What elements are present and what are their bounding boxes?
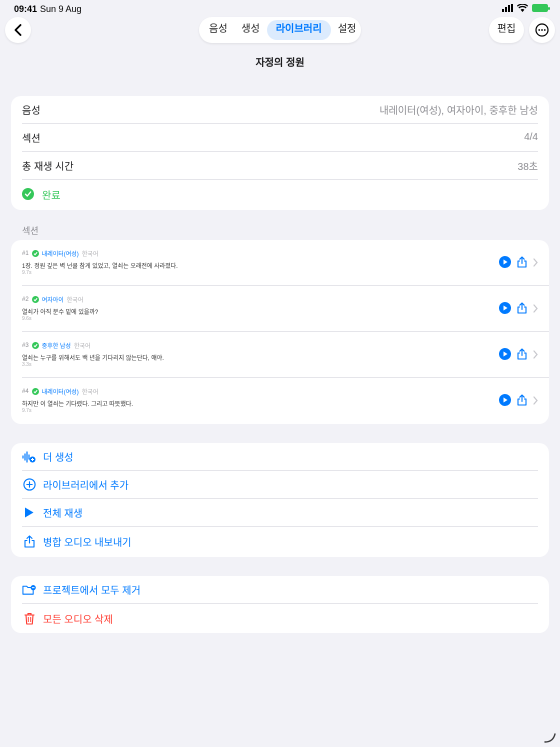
add-from-library-label: 라이브러리에서 추가: [43, 481, 129, 492]
sections-value: 4/4: [524, 132, 538, 143]
actions-card: 더 생성 라이브러리에서 추가 전체 재생 병합 오디오 내보내기: [11, 443, 549, 557]
edit-button[interactable]: 편집: [489, 17, 524, 43]
remove-all-label: 프로젝트에서 모두 제거: [43, 586, 141, 597]
danger-card: 프로젝트에서 모두 제거 모든 오디오 삭제: [11, 576, 549, 633]
list-item[interactable]: #2 여자아이 한국어 열쇠가 아직 분수 밑에 있을까? 9.6s: [11, 286, 549, 332]
list-item[interactable]: #4 내레이터(여성) 한국어 하지만 이 열쇠는 기다렸다. 그리고 따뜻했다…: [11, 378, 549, 424]
section-number: #2: [22, 296, 29, 303]
add-from-library-button[interactable]: 라이브러리에서 추가: [22, 471, 538, 499]
share-icon: [22, 534, 36, 548]
signal-icon: [502, 4, 513, 12]
chevron-right-icon: [533, 257, 538, 267]
status-time: 09:41: [14, 4, 38, 14]
waveform-plus-icon: [22, 450, 36, 464]
export-merged-button[interactable]: 병합 오디오 내보내기: [22, 527, 538, 555]
section-voice: 내레이터(여성): [41, 252, 79, 258]
tab-settings[interactable]: 설정: [331, 20, 363, 40]
section-text: 열쇠가 아직 분수 밑에 있을까?: [22, 310, 99, 316]
section-number: #3: [22, 342, 29, 349]
status-icons: [502, 4, 550, 12]
play-icon[interactable]: [499, 394, 511, 406]
folder-minus-icon: [22, 583, 36, 597]
section-language: 한국어: [81, 252, 99, 258]
section-language: 한국어: [73, 344, 91, 350]
sections-row: 섹션 4/4: [22, 124, 538, 152]
sections-list: #1 내레이터(여성) 한국어 1장. 정원 깊은 벽 넌쿨 참게 있었고, 열…: [11, 240, 549, 424]
page-title: 자정의 정원: [255, 58, 305, 69]
duration-value: 38초: [517, 162, 538, 173]
chevron-right-icon: [533, 303, 538, 313]
checkmark-circle-icon: [31, 296, 39, 303]
generate-more-label: 더 생성: [43, 453, 74, 464]
checkmark-circle-icon: [31, 342, 39, 349]
tab-voice[interactable]: 음성: [202, 20, 234, 40]
back-button[interactable]: [5, 17, 31, 43]
section-voice: 여자아이: [41, 298, 64, 304]
play-icon[interactable]: [499, 256, 511, 268]
section-text: 하지만 이 열쇠는 기다렸다. 그리고 따뜻했다.: [22, 402, 134, 408]
checkmark-circle-icon: [31, 388, 39, 395]
delete-all-audio-button[interactable]: 모든 오디오 삭제: [22, 604, 538, 632]
list-item[interactable]: #1 내레이터(여성) 한국어 1장. 정원 깊은 벽 넌쿨 참게 있었고, 열…: [11, 240, 549, 286]
generate-more-button[interactable]: 더 생성: [22, 443, 538, 471]
status-done-label: 완료: [42, 190, 61, 202]
more-button[interactable]: [529, 17, 555, 43]
sections-label: 섹션: [22, 134, 41, 145]
wifi-icon: [517, 4, 528, 12]
share-icon[interactable]: [517, 302, 527, 314]
section-language: 한국어: [66, 298, 84, 304]
voice-row: 음성 내레이터(여성), 여자아이, 중후한 남성: [22, 96, 538, 124]
checkmark-circle-icon: [22, 188, 34, 200]
chevron-right-icon: [533, 395, 538, 405]
section-number: #4: [22, 388, 29, 395]
resize-handle-icon[interactable]: [544, 731, 556, 743]
ellipsis-circle-icon: [535, 23, 549, 37]
play-icon: [22, 506, 36, 520]
remove-all-button[interactable]: 프로젝트에서 모두 제거: [22, 576, 538, 604]
section-text: 열쇠는 누구를 위해서도 백 년을 기다리지 않는단다, 얘야.: [22, 356, 164, 362]
status-row: 완료: [22, 180, 538, 208]
battery-icon: [532, 4, 550, 12]
export-merged-label: 병합 오디오 내보내기: [43, 537, 132, 549]
delete-all-audio-label: 모든 오디오 삭제: [43, 614, 113, 626]
section-duration: 9.6s: [22, 316, 32, 322]
chevron-left-icon: [14, 24, 22, 36]
section-duration: 9.7s: [22, 270, 32, 276]
section-voice: 중후한 남성: [41, 344, 71, 350]
play-icon[interactable]: [499, 348, 511, 360]
section-duration: 9.7s: [22, 408, 32, 414]
segmented-tabs: 음성 생성 라이브러리 설정: [199, 17, 361, 43]
voice-label: 음성: [22, 106, 41, 117]
chevron-right-icon: [533, 349, 538, 359]
play-all-label: 전체 재생: [43, 509, 83, 520]
sections-header: 섹션: [22, 226, 39, 236]
voice-value: 내레이터(여성), 여자아이, 중후한 남성: [379, 106, 538, 117]
tab-library[interactable]: 라이브러리: [266, 20, 331, 40]
section-text: 1장. 정원 깊은 벽 넌쿨 참게 있었고, 열쇠는 오래전에 사라졌다.: [22, 264, 178, 270]
checkmark-circle-icon: [31, 250, 39, 257]
list-item[interactable]: #3 중후한 남성 한국어 열쇠는 누구를 위해서도 백 년을 기다리지 않는단…: [11, 332, 549, 378]
plus-circle-icon: [22, 478, 36, 492]
play-all-button[interactable]: 전체 재생: [22, 499, 538, 527]
trash-icon: [22, 611, 36, 625]
share-icon[interactable]: [517, 256, 527, 268]
status-date: Sun 9 Aug: [40, 4, 82, 14]
share-icon[interactable]: [517, 394, 527, 406]
section-duration: 3.3s: [22, 362, 32, 368]
section-voice: 내레이터(여성): [41, 390, 79, 396]
duration-row: 총 재생 시간 38초: [22, 152, 538, 180]
nav-bar: 음성 생성 라이브러리 설정 편집: [0, 16, 560, 46]
section-number: #1: [22, 250, 29, 257]
share-icon[interactable]: [517, 348, 527, 360]
project-info-card: 음성 내레이터(여성), 여자아이, 중후한 남성 섹션 4/4 총 재생 시간…: [11, 96, 549, 210]
duration-label: 총 재생 시간: [22, 162, 74, 173]
tab-generate[interactable]: 생성: [234, 20, 266, 40]
section-language: 한국어: [81, 390, 99, 396]
play-icon[interactable]: [499, 302, 511, 314]
